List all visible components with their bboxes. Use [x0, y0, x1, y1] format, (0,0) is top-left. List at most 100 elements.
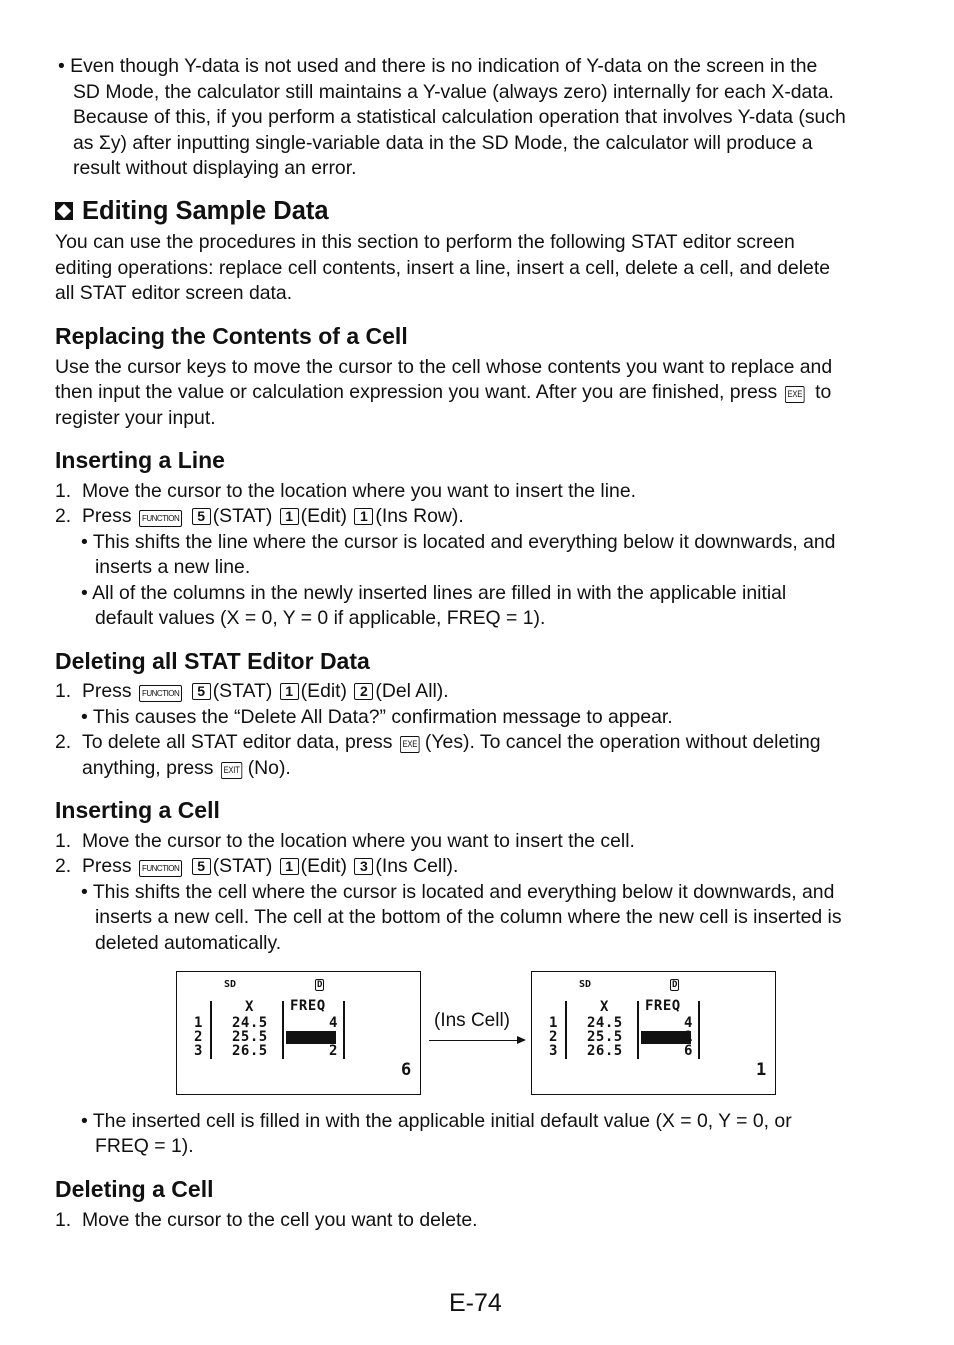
- key-5-icon: 5: [191, 508, 211, 525]
- exe-key-icon: EXE: [784, 386, 805, 403]
- x-value: 24.5: [232, 1015, 268, 1031]
- key-3-icon: 3: [354, 858, 374, 875]
- step-text: To delete all STAT editor data, press: [82, 731, 393, 753]
- step-text: (Del All).: [375, 680, 449, 702]
- mode-indicator: SD: [579, 979, 592, 990]
- section-title: Editing Sample Data: [55, 196, 329, 226]
- column-divider: [565, 1001, 567, 1059]
- mode-indicator: SD: [224, 979, 237, 990]
- arrow-right-icon: [429, 1040, 519, 1041]
- key-5-icon: 5: [191, 683, 211, 700]
- step-number: 1.: [55, 1209, 72, 1231]
- bullet-line: inserts a new cell. The cell at the bott…: [95, 906, 842, 928]
- bullet-line: inserts a new line.: [95, 556, 251, 578]
- heading-deleting-all: Deleting all STAT Editor Data: [55, 648, 370, 674]
- input-value: 6: [401, 1060, 412, 1080]
- bullet-line: • This shifts the cell where the cursor …: [81, 881, 835, 903]
- step: 1. Move the cursor to the location where …: [55, 829, 635, 854]
- column-divider: [637, 1001, 639, 1059]
- step-text: Press: [82, 855, 132, 877]
- section-intro-line: editing operations: replace cell content…: [55, 257, 831, 279]
- deg-indicator: D: [315, 979, 325, 991]
- step: 1. Move the cursor to the cell you want t…: [55, 1208, 478, 1233]
- replace-text: to: [815, 381, 832, 403]
- column-divider: [343, 1001, 345, 1059]
- freq-value: 1: [684, 1029, 693, 1045]
- step: 2. Press FUNCTION 5 (STAT) 1 (Edit) 3 (Ins C…: [55, 854, 458, 879]
- key-5-icon: 5: [191, 858, 211, 875]
- bullet-line: deleted automatically.: [95, 932, 282, 954]
- page-number: E-74: [449, 1289, 502, 1317]
- intro-line: SD Mode, the calculator still maintains …: [73, 81, 834, 103]
- arrow-head-icon: [517, 1036, 526, 1044]
- intro-line: result without displaying an error.: [73, 157, 357, 179]
- heading-inserting-line: Inserting a Line: [55, 447, 225, 473]
- replace-line: Use the cursor keys to move the cursor t…: [55, 356, 833, 378]
- column-divider: [698, 1001, 700, 1059]
- heading-replacing-cell: Replacing the Contents of a Cell: [55, 323, 408, 349]
- heading-deleting-cell: Deleting a Cell: [55, 1176, 214, 1202]
- function-key-icon: FUNCTION: [138, 510, 183, 527]
- diamond-icon: [55, 202, 73, 220]
- x-value: 26.5: [232, 1043, 268, 1059]
- arrow-label: (Ins Cell): [434, 1010, 511, 1031]
- freq-value: 6: [684, 1043, 693, 1059]
- freq-value: 2: [329, 1043, 338, 1059]
- intro-line: Because of this, if you perform a statis…: [73, 106, 846, 128]
- x-value: 24.5: [587, 1015, 623, 1031]
- step-number: 1.: [55, 680, 72, 702]
- bullet-line: • This causes the “Delete All Data?” con…: [81, 706, 673, 728]
- column-divider: [282, 1001, 284, 1059]
- deg-indicator-text: D: [315, 979, 325, 991]
- deg-indicator-text: D: [670, 979, 680, 991]
- x-value: 25.5: [232, 1029, 268, 1045]
- calculator-screen-before: SD D 1 2 3 X FREQ 24.5 25.5 26.5 4 : 2 6: [176, 971, 421, 1095]
- key-1-icon: 1: [354, 508, 374, 525]
- step-text: (STAT): [212, 855, 273, 877]
- step-text: (STAT): [212, 505, 273, 527]
- bullet-line: default values (X = 0, Y = 0 if applicab…: [95, 607, 546, 629]
- section-title-text: Editing Sample Data: [82, 197, 329, 225]
- step-continuation: anything, press EXIT (No).: [82, 756, 291, 781]
- exit-key-icon: EXIT: [220, 762, 242, 779]
- replace-text: then input the value or calculation expr…: [55, 381, 778, 403]
- step-number: 1.: [55, 830, 72, 852]
- key-1-icon: 1: [279, 858, 299, 875]
- step-text: Move the cursor to the location where yo…: [82, 830, 635, 852]
- bullet-line: • All of the columns in the newly insert…: [81, 582, 787, 604]
- freq-value: 4: [684, 1015, 693, 1031]
- step-text: Press: [82, 505, 132, 527]
- intro-line: • Even though Y-data is not used and the…: [58, 55, 818, 77]
- step-text: (Edit): [300, 680, 347, 702]
- step-text: (Ins Row).: [375, 505, 464, 527]
- heading-inserting-cell: Inserting a Cell: [55, 797, 220, 823]
- calculator-screen-after: SD D 1 2 3 X FREQ 24.5 25.5 26.5 4 1 6 1: [531, 971, 776, 1095]
- step-text: (Yes). To cancel the operation without d…: [424, 731, 821, 753]
- step: 2. Press FUNCTION 5 (STAT) 1 (Edit) 1 (Ins R…: [55, 504, 464, 529]
- freq-value: :: [329, 1029, 338, 1045]
- step: 2. To delete all STAT editor data, press …: [55, 730, 821, 755]
- row-number: 2: [194, 1029, 203, 1045]
- key-1-icon: 1: [279, 508, 299, 525]
- column-divider: [210, 1001, 212, 1059]
- x-value: 26.5: [587, 1043, 623, 1059]
- deg-indicator: D: [670, 979, 680, 991]
- x-value: 25.5: [587, 1029, 623, 1045]
- step-text: (Edit): [300, 505, 347, 527]
- function-key-icon: FUNCTION: [138, 860, 183, 877]
- step-number: 2.: [55, 731, 72, 753]
- row-number: 1: [194, 1015, 203, 1031]
- row-number: 3: [549, 1043, 558, 1059]
- step-number: 1.: [55, 480, 72, 502]
- section-intro-line: You can use the procedures in this secti…: [55, 231, 795, 253]
- step-text: (Edit): [300, 855, 347, 877]
- step: 1. Press FUNCTION 5 (STAT) 1 (Edit) 2 (Del A…: [55, 679, 449, 704]
- step: 1. Move the cursor to the location where …: [55, 479, 636, 504]
- column-header-freq: FREQ: [645, 998, 681, 1014]
- step-text: (No).: [247, 757, 291, 779]
- bullet-line: • The inserted cell is filled in with th…: [81, 1110, 792, 1132]
- replace-line: register your input.: [55, 407, 216, 429]
- key-1-icon: 1: [279, 683, 299, 700]
- step-text: (STAT): [212, 680, 273, 702]
- step-text: Press: [82, 680, 132, 702]
